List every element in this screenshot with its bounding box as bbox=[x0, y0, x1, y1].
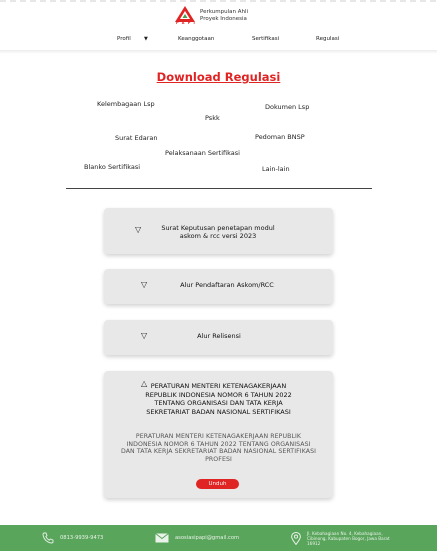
document-title: Surat Keputusan penetapan modul askom & … bbox=[161, 224, 275, 240]
logo-text: Perkumpulan Ahli Proyek Indonesia bbox=[200, 9, 248, 23]
document-card[interactable]: ▽ Surat Keputusan penetapan modul askom … bbox=[104, 208, 333, 254]
category-surat-edaran[interactable]: Surat Edaran bbox=[115, 134, 158, 142]
logo-line-2: Proyek Indonesia bbox=[200, 16, 247, 22]
category-pelaksanaan-sertifikasi[interactable]: Pelaksanaan Sertifikasi bbox=[165, 149, 240, 157]
category-lain-lain[interactable]: Lain-lain bbox=[262, 165, 290, 173]
document-description: PERATURAN MENTERI KETENAGAKERJAAN REPUBL… bbox=[120, 433, 317, 463]
download-button[interactable]: Unduh bbox=[196, 479, 239, 489]
category-dokumen-lsp[interactable]: Dokumen Lsp bbox=[265, 103, 309, 111]
footer-phone[interactable]: 0813-9939-9473 bbox=[42, 525, 103, 551]
document-card[interactable]: ▽ Alur Pendaftaran Askom/RCC bbox=[104, 269, 333, 304]
category-pskk[interactable]: Pskk bbox=[205, 114, 220, 122]
document-title: Alur Pendaftaran Askom/RCC bbox=[180, 281, 274, 289]
nav-profil-label: Profil bbox=[117, 36, 131, 42]
nav-regulasi[interactable]: Regulasi bbox=[316, 36, 339, 42]
page-title: Download Regulasi bbox=[156, 70, 281, 84]
category-pedoman-bnsp[interactable]: Pedoman BNSP bbox=[255, 133, 305, 141]
site-footer: 0813-9939-9473 asosiasipapi@gmail.com Jl… bbox=[0, 525, 437, 551]
category-blanko-sertifikasi[interactable]: Blanko Sertifikasi bbox=[84, 163, 140, 171]
chevron-down-icon: ▼ bbox=[144, 36, 148, 42]
main-nav: Profil ▼ Keanggotaan Sertifikasi Regulas… bbox=[0, 36, 437, 46]
phone-icon bbox=[42, 532, 54, 544]
phone-number: 0813-9939-9473 bbox=[60, 535, 104, 541]
email-address: asosiasipapi@gmail.com bbox=[175, 535, 240, 541]
nav-sertifikasi[interactable]: Sertifikasi bbox=[252, 36, 279, 42]
triangle-down-icon: ▽ bbox=[141, 280, 148, 289]
address-text: Jl. Kebahagiaan No. 4, Kebahagiaan, Cibi… bbox=[307, 530, 390, 546]
footer-address[interactable]: Jl. Kebahagiaan No. 4, Kebahagiaan, Cibi… bbox=[291, 525, 393, 551]
header-shadow bbox=[0, 50, 437, 54]
triangle-down-icon: ▽ bbox=[141, 331, 148, 340]
site-header: Perkumpulan Ahli Proyek Indonesia P A P … bbox=[0, 0, 437, 52]
section-divider bbox=[66, 188, 372, 189]
footer-email[interactable]: asosiasipapi@gmail.com bbox=[155, 525, 239, 551]
triangle-down-icon: ▽ bbox=[135, 225, 142, 234]
logo-acronym: P A P I bbox=[176, 21, 196, 25]
document-title: PERATURAN MENTERI KETENAGAKERJAAN REPUBL… bbox=[145, 382, 292, 416]
category-kelembagaan-lsp[interactable]: Kelembagaan Lsp bbox=[97, 100, 155, 108]
document-title: Alur Relisensi bbox=[197, 332, 241, 340]
nav-keanggotaan[interactable]: Keanggotaan bbox=[178, 36, 214, 42]
mail-icon bbox=[155, 533, 169, 543]
document-card[interactable]: ▽ Alur Relisensi bbox=[104, 320, 333, 355]
document-card-expanded[interactable]: △ PERATURAN MENTERI KETENAGAKERJAAN REPU… bbox=[104, 371, 333, 498]
top-border bbox=[0, 0, 437, 2]
location-pin-icon bbox=[291, 531, 301, 545]
logo-line-1: Perkumpulan Ahli bbox=[200, 9, 249, 15]
